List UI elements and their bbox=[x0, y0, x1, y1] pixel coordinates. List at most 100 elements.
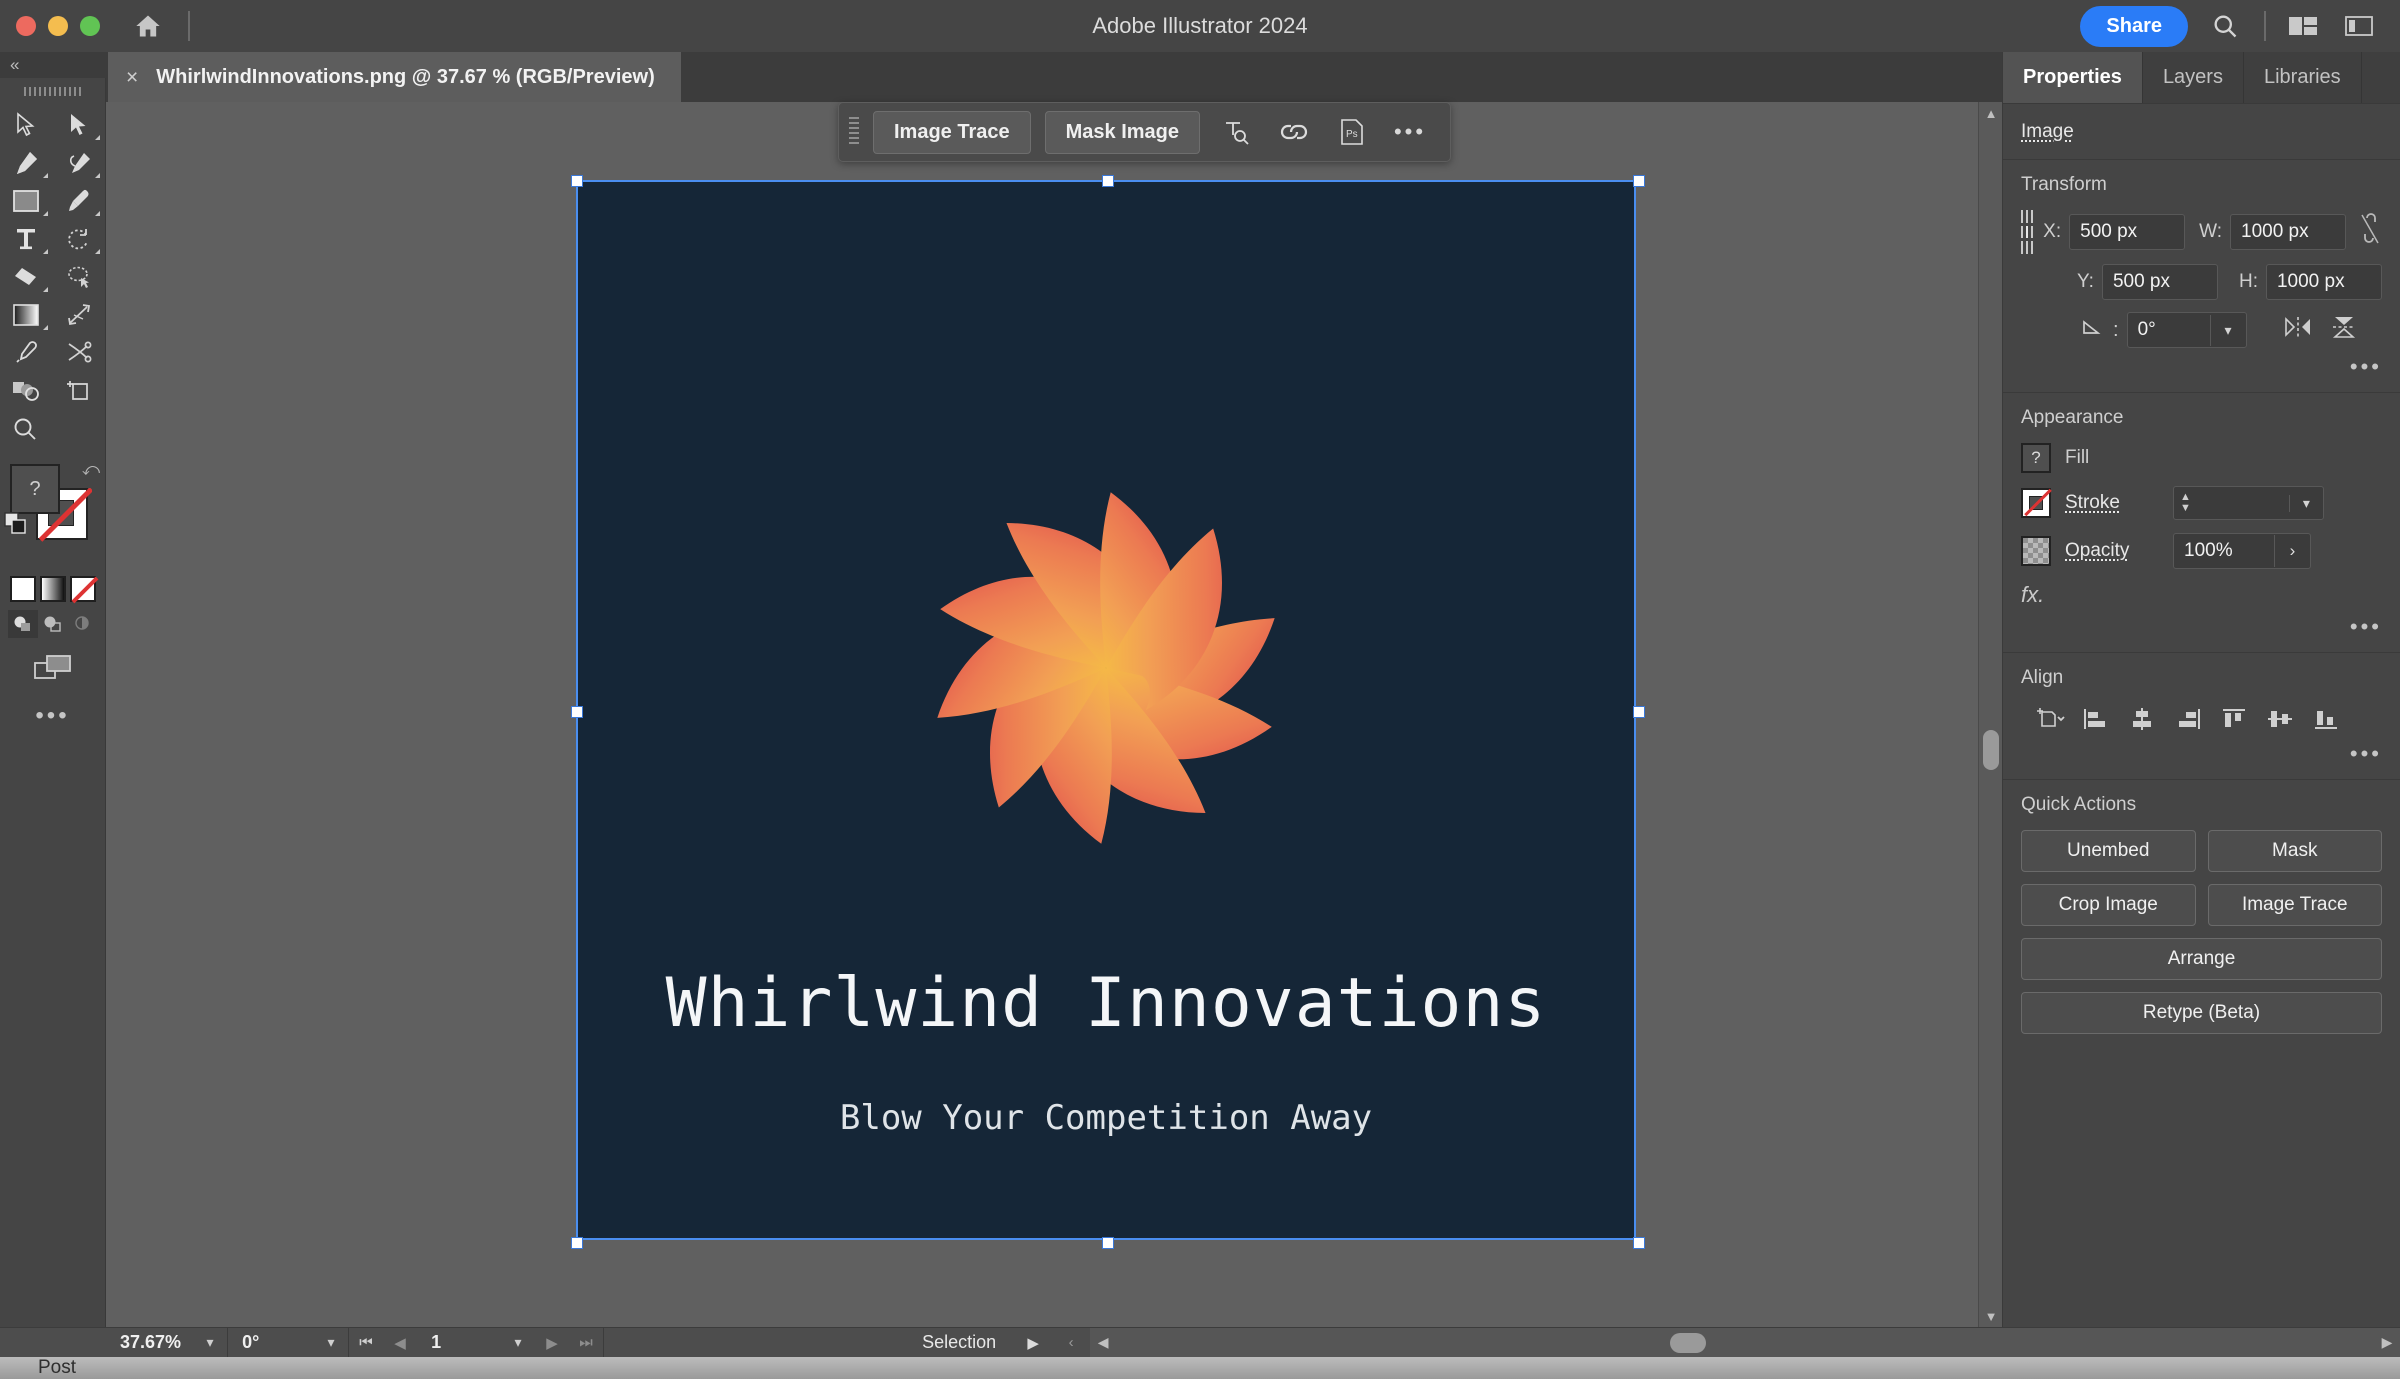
flip-horizontal-icon[interactable] bbox=[2283, 315, 2313, 345]
eraser-tool[interactable] bbox=[0, 258, 53, 296]
image-trace-button[interactable]: Image Trace bbox=[873, 110, 1031, 154]
gradient-tool[interactable] bbox=[0, 296, 53, 334]
vertical-scroll-thumb[interactable] bbox=[1983, 730, 1999, 770]
mask-image-button[interactable]: Mask Image bbox=[1044, 110, 1201, 154]
h-field[interactable] bbox=[2265, 264, 2382, 300]
zoom-chevron-down-icon[interactable]: ▾ bbox=[193, 1334, 227, 1351]
close-window-button[interactable] bbox=[16, 16, 36, 36]
contextual-bar-drag-handle[interactable] bbox=[849, 117, 859, 147]
opacity-value[interactable]: 100% bbox=[2174, 534, 2274, 568]
align-top-icon[interactable] bbox=[2217, 703, 2251, 735]
transform-more-icon[interactable]: ••• bbox=[2021, 356, 2382, 378]
opacity-expand-icon[interactable]: › bbox=[2274, 535, 2310, 567]
align-horizontal-center-icon[interactable] bbox=[2125, 703, 2159, 735]
image-trace-quick-button[interactable]: Image Trace bbox=[2207, 884, 2382, 926]
share-button[interactable]: Share bbox=[2080, 5, 2188, 47]
width-tool[interactable] bbox=[53, 296, 106, 334]
next-artboard-icon[interactable]: ▶ bbox=[535, 1334, 569, 1352]
artboard-chevron-down-icon[interactable]: ▾ bbox=[501, 1334, 535, 1351]
crop-image-button[interactable]: Crop Image bbox=[2021, 884, 2196, 926]
toolbar-drag-handle[interactable] bbox=[0, 78, 105, 100]
photoshop-icon[interactable]: Ps bbox=[1330, 112, 1374, 152]
align-bottom-icon[interactable] bbox=[2309, 703, 2343, 735]
stroke-swatch[interactable] bbox=[2021, 488, 2052, 518]
swap-fill-stroke-icon[interactable]: ⤺ bbox=[82, 460, 100, 480]
first-artboard-icon[interactable]: ⏮ bbox=[349, 1334, 383, 1351]
rotate-tool[interactable] bbox=[53, 220, 106, 258]
canvas-vertical-scrollbar[interactable]: ▲ ▼ bbox=[1978, 102, 2002, 1327]
minimize-window-button[interactable] bbox=[48, 16, 68, 36]
close-icon[interactable]: × bbox=[126, 67, 138, 88]
contextual-more-icon[interactable]: ••• bbox=[1388, 112, 1432, 152]
tab-layers[interactable]: Layers bbox=[2142, 52, 2244, 103]
home-icon[interactable] bbox=[128, 6, 168, 46]
fill-swatch[interactable]: ? bbox=[2021, 443, 2051, 473]
x-field[interactable] bbox=[2069, 214, 2186, 250]
align-right-icon[interactable] bbox=[2171, 703, 2205, 735]
draw-inside-icon[interactable] bbox=[68, 610, 98, 638]
appearance-more-icon[interactable]: ••• bbox=[2021, 616, 2382, 638]
rotation-chevron-down-icon[interactable]: ▾ bbox=[314, 1334, 348, 1351]
artboard-tool[interactable] bbox=[53, 372, 106, 410]
stroke-weight-field[interactable] bbox=[2196, 487, 2289, 519]
mask-button[interactable]: Mask bbox=[2207, 830, 2382, 872]
canvas-horizontal-scrollbar[interactable]: ◀ ▶ bbox=[1090, 1327, 2400, 1358]
unembed-button[interactable]: Unembed bbox=[2021, 830, 2196, 872]
stepper-arrows-icon[interactable]: ▲ ▼ bbox=[2174, 492, 2197, 514]
pen-tool[interactable] bbox=[0, 144, 53, 182]
scroll-right-icon[interactable]: ▶ bbox=[2374, 1328, 2400, 1358]
zoom-tool[interactable] bbox=[0, 410, 105, 448]
eyedropper-tool[interactable] bbox=[0, 334, 53, 372]
align-to-selection-icon[interactable] bbox=[2033, 703, 2067, 735]
zoom-level-value[interactable]: 37.67% bbox=[106, 1332, 193, 1353]
document-tab[interactable]: × WhirlwindInnovations.png @ 37.67 % (RG… bbox=[108, 52, 681, 102]
arrange-documents-icon[interactable] bbox=[2284, 7, 2322, 45]
stroke-weight-stepper[interactable]: ▲ ▼ ▾ bbox=[2173, 486, 2324, 520]
align-more-icon[interactable]: ••• bbox=[2021, 743, 2382, 765]
w-field[interactable] bbox=[2230, 214, 2346, 250]
align-vertical-center-icon[interactable] bbox=[2263, 703, 2297, 735]
direct-selection-tool[interactable] bbox=[53, 106, 106, 144]
opacity-control[interactable]: 100% › bbox=[2173, 533, 2311, 569]
color-mode-gradient[interactable] bbox=[39, 576, 66, 602]
scroll-up-icon[interactable]: ▲ bbox=[1979, 102, 2002, 124]
scissors-tool[interactable] bbox=[53, 334, 106, 372]
status-menu-icon[interactable]: ▶ bbox=[1014, 1334, 1052, 1352]
scroll-left-icon[interactable]: ◀ bbox=[1090, 1328, 1116, 1358]
last-artboard-icon[interactable]: ⏭ bbox=[569, 1334, 603, 1351]
canvas-area[interactable]: Whirlwind Innovations Blow Your Competit… bbox=[106, 102, 2002, 1327]
maximize-window-button[interactable] bbox=[80, 16, 100, 36]
screen-mode-icon[interactable] bbox=[0, 652, 105, 682]
status-indicator[interactable]: Selection ▶ ‹ bbox=[604, 1328, 1090, 1358]
contextual-task-bar[interactable]: Image Trace Mask Image Ps ••• bbox=[838, 102, 1452, 162]
artboard-navigation[interactable]: ⏮ ◀ 1 ▾ ▶ ⏭ bbox=[349, 1327, 605, 1358]
rectangle-tool[interactable] bbox=[0, 182, 53, 220]
color-mode-solid[interactable] bbox=[9, 576, 36, 602]
tab-libraries[interactable]: Libraries bbox=[2243, 52, 2362, 103]
retype-beta-button[interactable]: Retype (Beta) bbox=[2021, 992, 2382, 1034]
rotation-angle-field[interactable] bbox=[2127, 313, 2210, 347]
align-left-icon[interactable] bbox=[2079, 703, 2113, 735]
stroke-weight-chevron-down-icon[interactable]: ▾ bbox=[2288, 494, 2323, 512]
toolbar-more-icon[interactable]: ••• bbox=[0, 704, 105, 728]
type-tool[interactable] bbox=[0, 220, 53, 258]
rotation-control[interactable]: 0° ▾ bbox=[228, 1327, 350, 1358]
curvature-tool[interactable] bbox=[53, 144, 106, 182]
unlinked-proportions-icon[interactable] bbox=[2358, 212, 2382, 252]
status-collapse-icon[interactable]: ‹ bbox=[1052, 1334, 1090, 1351]
shape-builder-tool[interactable] bbox=[0, 372, 53, 410]
workspace-switcher-icon[interactable] bbox=[2340, 7, 2378, 45]
search-icon[interactable] bbox=[2206, 7, 2244, 45]
shaper-lasso-tool[interactable] bbox=[53, 258, 106, 296]
y-field[interactable] bbox=[2101, 264, 2218, 300]
artboard-number-value[interactable]: 1 bbox=[417, 1332, 501, 1353]
link-icon[interactable] bbox=[1272, 112, 1316, 152]
reference-point-selector[interactable] bbox=[2021, 210, 2034, 254]
zoom-control[interactable]: 37.67% ▾ bbox=[106, 1327, 229, 1358]
collapse-panel-icon[interactable]: « bbox=[4, 52, 104, 78]
rotation-value[interactable]: 0° bbox=[228, 1332, 314, 1353]
flip-vertical-icon[interactable] bbox=[2331, 314, 2357, 346]
text-recognition-icon[interactable] bbox=[1214, 112, 1258, 152]
draw-behind-icon[interactable] bbox=[38, 610, 68, 638]
horizontal-scroll-thumb[interactable] bbox=[1670, 1332, 1707, 1353]
